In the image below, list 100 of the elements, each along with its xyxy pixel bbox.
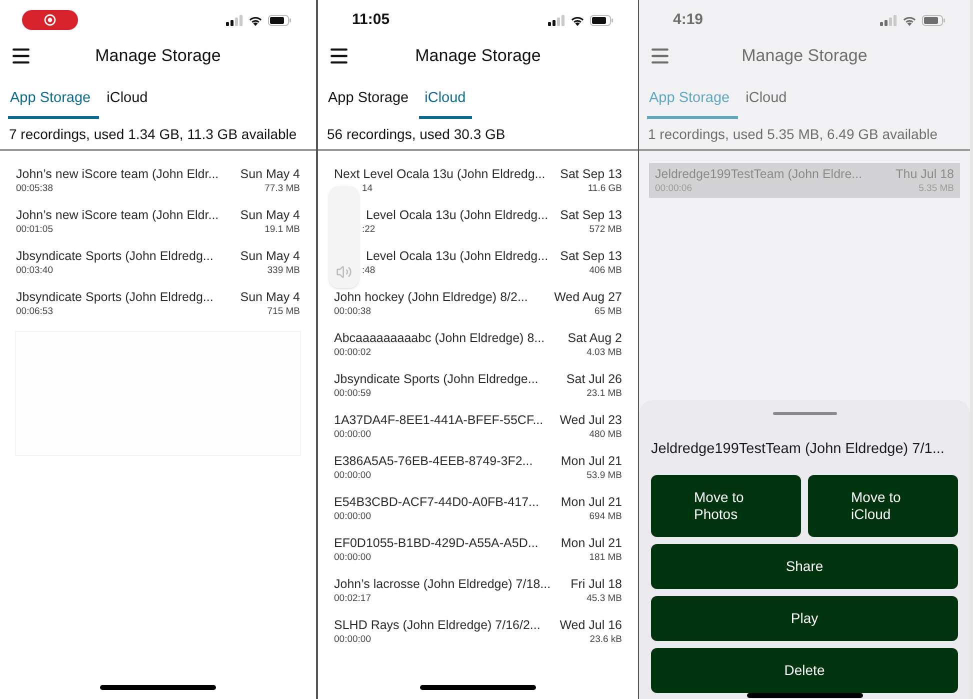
- recording-date: Mon Jul 21: [560, 534, 622, 552]
- recording-duration: 00:00:00: [334, 634, 371, 646]
- recording-row[interactable]: John’s new iScore team (John Eldr... Sun May 4 00:05:38 77.3 MB: [10, 162, 306, 198]
- recording-date: Sun May 4: [240, 166, 300, 183]
- recording-name: Level Ocala 13u (John Eldredg...: [366, 206, 548, 224]
- recording-date: Sat Sep 13: [560, 248, 622, 265]
- recording-date: Sun May 4: [240, 206, 300, 224]
- tab[interactable]: App Storage: [8, 88, 99, 119]
- recording-size: 5.35 MB: [918, 182, 954, 195]
- signal-icon: [226, 14, 243, 26]
- recording-name: Jbsyndicate Sports (John Eldredg...: [16, 288, 214, 306]
- action-button[interactable]: Move to iCloud: [808, 474, 958, 537]
- wifi-icon: [248, 14, 263, 26]
- recording-row[interactable]: EF0D1055-B1BD-429D-A55A-A5D... Mon Jul 21 00:00:00 181 MB: [328, 532, 628, 567]
- storage-summary: 1 recordings, used 5.35 MB, 6.49 GB available: [648, 124, 939, 143]
- recording-name: John’s lacrosse (John Eldredge) 7/18...: [334, 576, 551, 593]
- recording-row[interactable]: Jbsyndicate Sports (John Eldredge... Sat Jul 26 00:00:59 23.1 MB: [328, 368, 628, 403]
- recording-row[interactable]: Jbsyndicate Sports (John Eldredg... Sun May 4 00:03:40 339 MB: [10, 244, 306, 280]
- recording-row[interactable]: Next Level Ocala 13u (John Eldredg... Sat Sep 13 14 11.6 GB: [328, 162, 628, 198]
- action-button[interactable]: Play: [651, 596, 958, 641]
- battery-icon: [922, 14, 946, 26]
- signal-icon: [548, 14, 565, 26]
- recording-duration: 00:05:38: [16, 182, 53, 195]
- recording-date: Mon Jul 21: [560, 452, 622, 470]
- recording-duration: 00:00:02: [334, 346, 371, 359]
- sheet-title: Jeldredge199TestTeam (John Eldredge) 7/1...: [651, 440, 946, 459]
- recording-size: 11.6 GB: [588, 182, 622, 195]
- recording-row[interactable]: 1A37DA4F-8EE1-441A-BFEF-55CF... Wed Jul 23 00:00:00 480 MB: [328, 408, 628, 444]
- record-icon: [44, 14, 56, 26]
- recording-duration: 00:02:17: [334, 592, 371, 605]
- recording-name: Jeldredge199TestTeam (John Eldre...: [655, 166, 862, 183]
- recording-name: Jbsyndicate Sports (John Eldredge...: [334, 370, 538, 388]
- recording-name: Jbsyndicate Sports (John Eldredg...: [16, 248, 214, 265]
- recording-duration: 00:00:00: [334, 552, 371, 564]
- recording-duration: :48: [362, 264, 376, 277]
- recording-name: Level Ocala 13u (John Eldredg...: [366, 248, 548, 265]
- tab[interactable]: iCloud: [740, 88, 793, 119]
- screen-title: Manage Storage: [742, 45, 868, 68]
- action-button[interactable]: Delete: [651, 648, 958, 693]
- recording-row[interactable]: Abcaaaaaaaaabc (John Eldredge) 8... Sat Aug 2 00:00:02 4.03 MB: [328, 326, 628, 362]
- sheet-handle[interactable]: [772, 412, 836, 415]
- recording-duration: 00:06:53: [16, 306, 53, 318]
- speaker-icon: [336, 264, 352, 280]
- recording-duration: 00:00:38: [334, 306, 371, 318]
- battery-icon: [268, 14, 292, 26]
- recording-size: 19.1 MB: [264, 224, 300, 236]
- recording-date: Sat Aug 2: [568, 330, 622, 347]
- tab[interactable]: iCloud: [100, 88, 154, 119]
- recording-size: 23.1 MB: [586, 388, 622, 400]
- action-button[interactable]: Share: [651, 544, 958, 589]
- recording-size: 572 MB: [589, 224, 622, 236]
- recording-size: 65 MB: [594, 306, 622, 318]
- tab[interactable]: App Storage: [326, 88, 417, 119]
- recording-duration: 00:00:00: [334, 470, 371, 482]
- recording-date: Sat Sep 13: [560, 206, 622, 224]
- recording-duration: 00:03:40: [16, 264, 53, 277]
- recording-name: Abcaaaaaaaaabc (John Eldredge) 8...: [334, 330, 545, 347]
- recording-size: 77.3 MB: [264, 182, 300, 195]
- recording-name: E54B3CBD-ACF7-44D0-A0FB-417...: [334, 494, 539, 511]
- recording-size: 339 MB: [267, 264, 300, 277]
- recording-date: Wed Aug 27: [554, 288, 622, 306]
- wifi-icon: [902, 14, 917, 26]
- recording-row[interactable]: Level Ocala 13u (John Eldredg... Sat Sep 13 :48 406 MB: [328, 244, 628, 280]
- recording-date: Wed Jul 16: [560, 616, 622, 634]
- recording-date: Wed Jul 23: [560, 412, 622, 429]
- recording-size: 53.9 MB: [586, 470, 622, 482]
- recording-name: E386A5A5-76EB-4EEB-8749-3F2...: [334, 452, 533, 470]
- recording-row[interactable]: John hockey (John Eldredge) 8/2... Wed Aug 27 00:00:38 65 MB: [328, 286, 628, 321]
- recording-size: 480 MB: [589, 428, 622, 441]
- recording-row[interactable]: John’s lacrosse (John Eldredge) 7/18... Fri Jul 18 00:02:17 45.3 MB: [328, 572, 628, 608]
- recording-row[interactable]: Level Ocala 13u (John Eldredg... Sat Sep 13 :22 572 MB: [328, 204, 628, 239]
- signal-icon: [880, 14, 897, 26]
- storage-summary: 56 recordings, used 30.3 GB: [327, 124, 506, 143]
- recording-row[interactable]: E54B3CBD-ACF7-44D0-A0FB-417... Mon Jul 21 00:00:00 694 MB: [328, 490, 628, 526]
- recording-row[interactable]: Jbsyndicate Sports (John Eldredg... Sun May 4 00:06:53 715 MB: [10, 286, 306, 321]
- battery-icon: [590, 14, 614, 26]
- storage-summary: 7 recordings, used 1.34 GB, 11.3 GB available: [9, 124, 298, 143]
- recording-size: 45.3 MB: [586, 592, 622, 605]
- recording-name: John’s new iScore team (John Eldr...: [16, 206, 219, 224]
- recording-size: 406 MB: [589, 264, 622, 277]
- recording-duration: 00:00:00: [334, 428, 371, 441]
- recording-name: EF0D1055-B1BD-429D-A55A-A5D...: [334, 534, 538, 552]
- recording-name: Next Level Ocala 13u (John Eldredg...: [334, 166, 546, 183]
- tab[interactable]: iCloud: [418, 88, 472, 119]
- recording-row[interactable]: John’s new iScore team (John Eldr... Sun May 4 00:01:05 19.1 MB: [10, 204, 306, 239]
- action-button[interactable]: Move to Photos: [651, 474, 801, 537]
- recording-duration: 14: [362, 182, 373, 195]
- recording-size: 181 MB: [589, 552, 622, 564]
- recording-indicator[interactable]: [22, 10, 78, 30]
- recording-date: Sat Sep 13: [560, 166, 622, 183]
- recording-size: 715 MB: [267, 306, 300, 318]
- recording-duration: 00:00:59: [334, 388, 371, 400]
- recording-name: John’s new iScore team (John Eldr...: [16, 166, 219, 183]
- status-time: 11:05: [352, 10, 390, 30]
- recording-name: John hockey (John Eldredge) 8/2...: [334, 288, 528, 306]
- recording-duration: 00:00:06: [655, 182, 692, 195]
- screen-title: Manage Storage: [415, 45, 541, 68]
- recording-row[interactable]: E386A5A5-76EB-4EEB-8749-3F2... Mon Jul 21 00:00:00 53.9 MB: [328, 450, 628, 485]
- recording-date: Thu Jul 18: [896, 166, 954, 183]
- recording-row[interactable]: SLHD Rays (John Eldredge) 7/16/2... Wed Jul 16 00:00:00 23.6 kB: [328, 614, 628, 649]
